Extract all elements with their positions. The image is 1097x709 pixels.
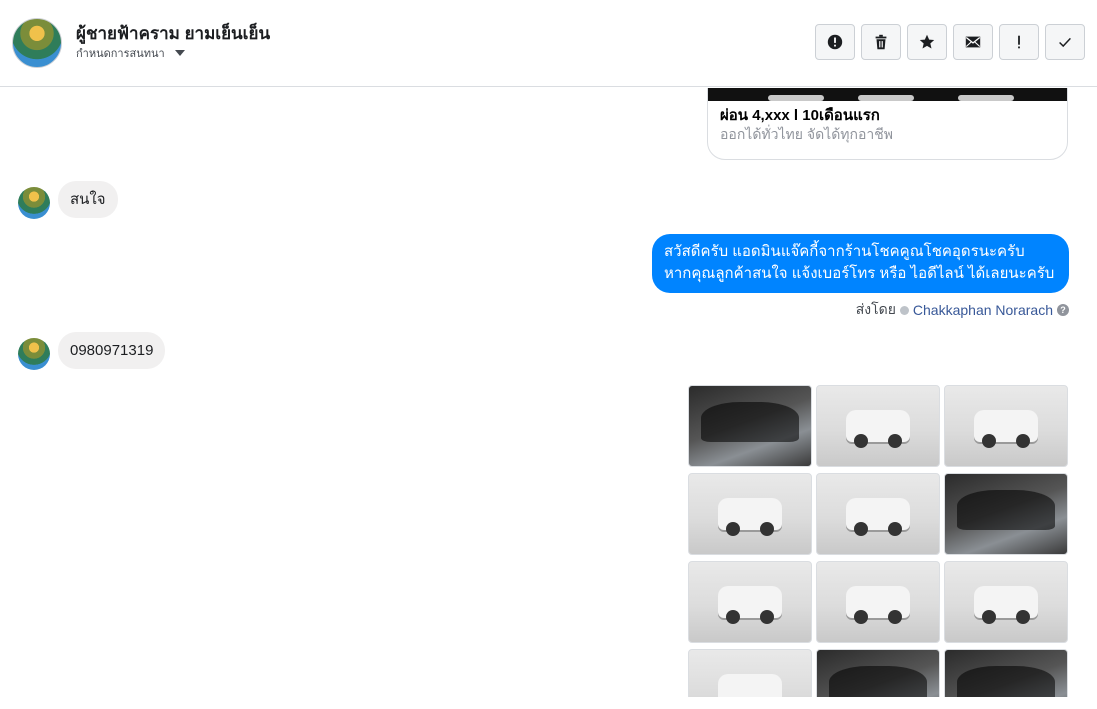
- exclamation-icon: [1018, 35, 1020, 49]
- contact-avatar[interactable]: [12, 18, 62, 68]
- conversation-header: ผู้ชายฟ้าคราม ยามเย็นเย็น กำหนดการสนทนา: [0, 0, 1097, 87]
- outgoing-message[interactable]: สวัสดีครับ แอดมินแจ๊คกี้จากร้านโชคคูณโชค…: [652, 234, 1069, 293]
- sent-by-author-link[interactable]: Chakkaphan Norarach: [913, 302, 1053, 318]
- wheel-shape: [853, 610, 868, 625]
- alert-circle-icon: [827, 34, 843, 50]
- car-shape: [718, 674, 782, 697]
- photo-thumbnail[interactable]: [944, 649, 1068, 697]
- photo-thumbnail[interactable]: [944, 561, 1068, 643]
- mark-unread-button[interactable]: [953, 24, 993, 60]
- sent-by-info: ส่งโดย Chakkaphan Norarach ?: [856, 299, 1069, 321]
- photo-thumbnail[interactable]: [688, 473, 812, 555]
- photo-gallery: [688, 385, 1068, 697]
- dashboard-shape: [829, 666, 927, 697]
- ad-card-image: [708, 88, 1067, 101]
- photo-thumbnail[interactable]: [688, 561, 812, 643]
- conversation-toolbar: [815, 24, 1085, 60]
- wheel-shape: [888, 522, 903, 537]
- photo-thumbnail[interactable]: [944, 385, 1068, 467]
- dashboard-shape: [701, 402, 799, 442]
- mark-done-button[interactable]: [1045, 24, 1085, 60]
- sent-by-label: ส่งโดย: [855, 301, 896, 317]
- envelope-icon: [965, 36, 981, 48]
- caret-down-icon: [174, 50, 185, 56]
- outgoing-message-line: สวัสดีครับ แอดมินแจ๊คกี้จากร้านโชคคูณโชค…: [664, 243, 1025, 260]
- wheel-shape: [888, 610, 903, 625]
- checkmark-icon: [1059, 37, 1071, 48]
- wheel-shape: [853, 522, 868, 537]
- contact-name[interactable]: ผู้ชายฟ้าคราม ยามเย็นเย็น: [76, 20, 270, 47]
- photo-thumbnail[interactable]: [816, 473, 940, 555]
- outgoing-message-line: หากคุณลูกค้าสนใจ แจ้งเบอร์โทร หรือ ไอดีไ…: [664, 265, 1055, 282]
- wheel-shape: [725, 610, 740, 625]
- incoming-message[interactable]: 0980971319: [58, 332, 166, 369]
- report-button[interactable]: [815, 24, 855, 60]
- photo-thumbnail[interactable]: [816, 385, 940, 467]
- wheel-shape: [888, 434, 903, 449]
- wheel-shape: [760, 522, 775, 537]
- ad-card-subtitle: ออกได้ทั่วไทย จัดได้ทุกอาชีพ: [720, 126, 894, 142]
- ad-card-thumb-indicator: [768, 95, 824, 101]
- ad-card-thumb-indicator: [858, 95, 914, 101]
- trash-icon: [875, 34, 887, 50]
- incoming-message[interactable]: สนใจ: [58, 181, 118, 218]
- wheel-shape: [981, 610, 996, 625]
- star-icon: [919, 34, 935, 49]
- star-button[interactable]: [907, 24, 947, 60]
- wheel-shape: [760, 610, 775, 625]
- photo-thumbnail[interactable]: [688, 649, 812, 697]
- wheel-shape: [981, 434, 996, 449]
- conversation-settings-label: กำหนดการสนทนา: [76, 48, 165, 60]
- sender-avatar[interactable]: [18, 338, 50, 370]
- wheel-shape: [853, 434, 868, 449]
- delete-button[interactable]: [861, 24, 901, 60]
- conversation-settings-dropdown[interactable]: กำหนดการสนทนา: [76, 44, 185, 62]
- photo-thumbnail[interactable]: [816, 649, 940, 697]
- sender-avatar[interactable]: [18, 187, 50, 219]
- wheel-shape: [725, 522, 740, 537]
- message-thread[interactable]: ผ่อน 4,xxx l 10เดือนแรก ออกได้ทั่วไทย จั…: [0, 88, 1097, 697]
- wheel-shape: [1016, 434, 1031, 449]
- help-icon[interactable]: ?: [1057, 304, 1069, 316]
- photo-thumbnail[interactable]: [944, 473, 1068, 555]
- mark-important-button[interactable]: [999, 24, 1039, 60]
- photo-thumbnail[interactable]: [816, 561, 940, 643]
- dashboard-shape: [957, 666, 1055, 697]
- wheel-shape: [1016, 610, 1031, 625]
- verified-dot-icon: [899, 305, 909, 315]
- ad-card-thumb-indicator: [958, 95, 1014, 101]
- dashboard-shape: [957, 490, 1055, 530]
- ad-card[interactable]: ผ่อน 4,xxx l 10เดือนแรก ออกได้ทั่วไทย จั…: [707, 88, 1068, 160]
- photo-thumbnail[interactable]: [688, 385, 812, 467]
